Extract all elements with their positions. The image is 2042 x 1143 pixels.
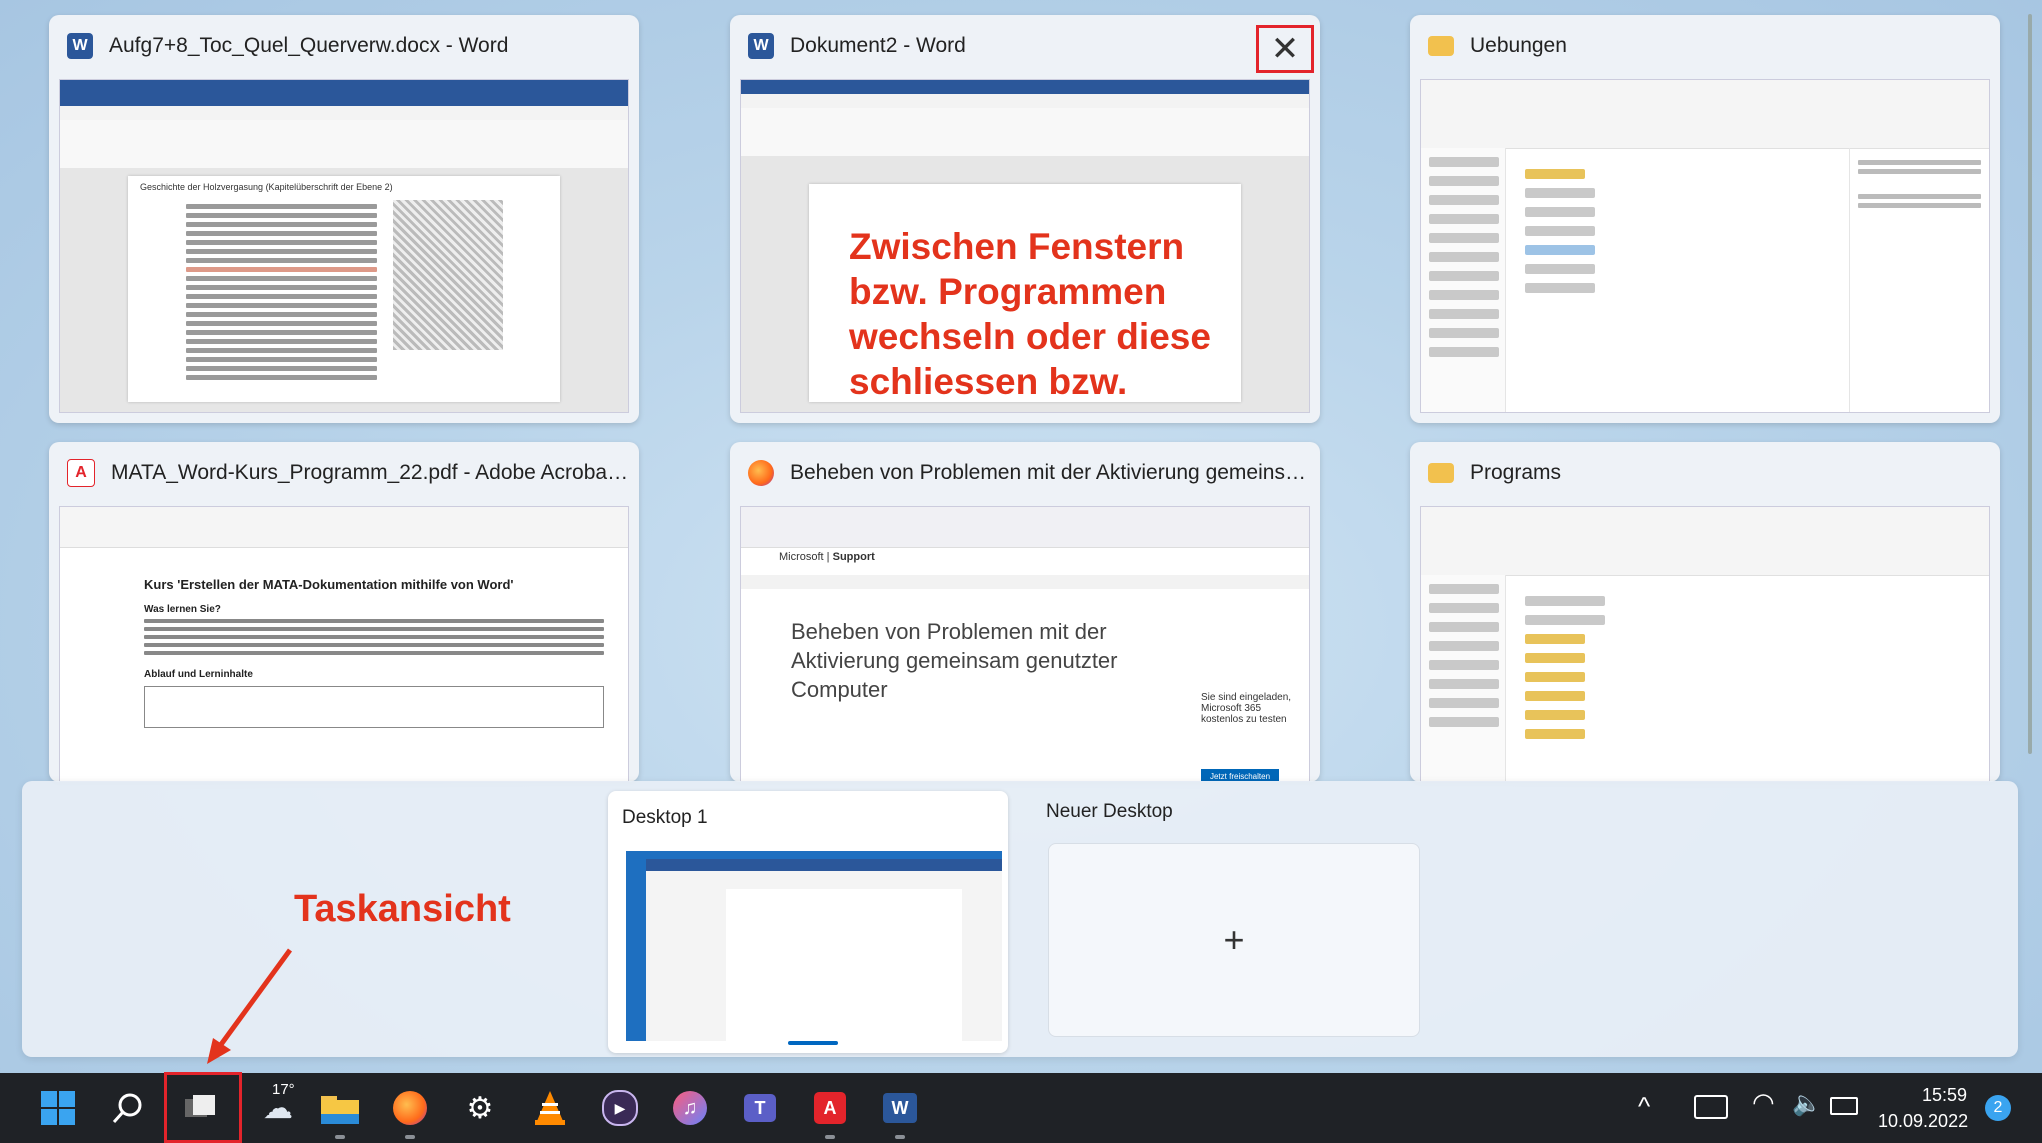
window-card-firefox[interactable]: Beheben von Problemen mit der Aktivierun… — [730, 442, 1320, 782]
taskansicht-annotation: Taskansicht — [294, 888, 511, 930]
new-desktop-label: Neuer Desktop — [1046, 801, 1173, 822]
firefox-icon — [748, 460, 774, 486]
window-title: Aufg7+8_Toc_Quel_Querverw.docx - Word — [109, 34, 509, 57]
ribbon-tools — [741, 108, 1309, 157]
volume-icon[interactable]: 🔈 — [1792, 1089, 1822, 1118]
document-image — [392, 200, 503, 350]
acrobat-reader-icon[interactable]: A — [808, 1086, 852, 1130]
running-indicator — [825, 1135, 835, 1139]
ms-nav-bar — [741, 575, 1309, 589]
window-title: Dokument2 - Word — [790, 34, 966, 57]
desktop-1-card[interactable]: Desktop 1 — [608, 791, 1008, 1053]
window-header: Beheben von Problemen mit der Aktivierun… — [730, 442, 1320, 504]
file-explorer-icon[interactable] — [318, 1086, 362, 1130]
desktop-1-label: Desktop 1 — [622, 807, 708, 828]
window-thumbnail: Zwischen Fenstern bzw. Programmen wechse… — [740, 79, 1310, 413]
browser-chrome — [741, 507, 1309, 548]
explorer-preview-pane — [1849, 148, 1989, 412]
document-page: Geschichte der Holzvergasung (Kapitelübe… — [128, 176, 560, 402]
weather-temperature: 17° — [272, 1081, 295, 1098]
window-thumbnail — [1420, 506, 1990, 782]
annotation-arrow — [207, 948, 293, 1064]
wifi-icon[interactable]: ◠ — [1752, 1087, 1775, 1118]
current-desktop-indicator — [788, 1041, 838, 1045]
tray-overflow-chevron[interactable]: ^ — [1638, 1091, 1650, 1122]
pdf-section: Ablauf und Lerninhalte — [144, 669, 253, 680]
ribbon — [60, 80, 628, 106]
window-title: Beheben von Problemen mit der Aktivierun… — [790, 461, 1310, 484]
plus-icon: + — [1223, 919, 1245, 960]
acrobat-toolbar — [60, 507, 628, 548]
ribbon-tabs — [60, 106, 628, 121]
windows-start-icon[interactable] — [36, 1086, 80, 1130]
new-desktop-button[interactable]: + — [1048, 843, 1420, 1037]
ms-header: Microsoft | Support — [779, 551, 875, 563]
window-thumbnail: Microsoft | Support Beheben von Probleme… — [740, 506, 1310, 782]
notification-badge[interactable]: 2 — [1985, 1095, 2011, 1121]
window-list-scrollbar[interactable] — [2024, 14, 2036, 774]
window-title: Programs — [1470, 461, 1562, 484]
window-card-word-dokument2[interactable]: W Dokument2 - Word ✕ Zwischen Fenstern b… — [730, 15, 1320, 423]
task-view-highlight — [164, 1072, 242, 1143]
window-card-programs[interactable]: Programs — [1410, 442, 2000, 782]
document-heading: Geschichte der Holzvergasung (Kapitelübe… — [140, 182, 393, 192]
document-page: Zwischen Fenstern bzw. Programmen wechse… — [809, 184, 1241, 412]
window-title: MATA_Word-Kurs_Programm_22.pdf - Adobe A… — [111, 461, 631, 484]
explorer-file-list — [1517, 160, 1817, 293]
keyboard-icon[interactable] — [1694, 1095, 1728, 1119]
ribbon-tools — [60, 120, 628, 169]
running-indicator — [405, 1135, 415, 1139]
settings-icon[interactable]: ⚙ — [458, 1086, 502, 1130]
promo-text: Sie sind eingeladen, Microsoft 365 koste… — [1201, 692, 1292, 725]
running-indicator — [335, 1135, 345, 1139]
article-heading: Beheben von Problemen mit der Aktivierun… — [791, 619, 1118, 702]
desktop-1-preview — [626, 851, 1002, 1041]
window-card-uebungen[interactable]: Uebungen — [1410, 15, 2000, 423]
window-thumbnail: Kurs 'Erstellen der MATA-Dokumentation m… — [59, 506, 629, 782]
taskbar: ☁ 17° ⚙ ▶ ♫ T A W ^ ◠ 🔈 15:59 10.09.2022… — [0, 1072, 2042, 1143]
ribbon — [741, 80, 1309, 94]
explorer-toolbar — [1421, 80, 1989, 149]
window-thumbnail: Geschichte der Holzvergasung (Kapitelübe… — [59, 79, 629, 413]
vlc-icon[interactable] — [528, 1086, 572, 1130]
window-title: Uebungen — [1470, 34, 1567, 57]
media-player-icon[interactable]: ▶ — [598, 1086, 642, 1130]
window-card-word-aufg[interactable]: W Aufg7+8_Toc_Quel_Querverw.docx - Word … — [49, 15, 639, 423]
clock-date[interactable]: 10.09.2022 — [1878, 1111, 1968, 1132]
pdf-heading: Kurs 'Erstellen der MATA-Dokumentation m… — [144, 577, 514, 592]
pdf-page: Kurs 'Erstellen der MATA-Dokumentation m… — [140, 577, 608, 781]
support-label: Support — [832, 551, 875, 563]
battery-icon[interactable] — [1830, 1097, 1858, 1115]
explorer-sidebar — [1421, 148, 1506, 412]
window-card-acrobat[interactable]: A MATA_Word-Kurs_Programm_22.pdf - Adobe… — [49, 442, 639, 782]
window-header: A MATA_Word-Kurs_Programm_22.pdf - Adobe… — [49, 442, 639, 504]
teams-icon[interactable]: T — [738, 1086, 782, 1130]
close-window-button[interactable]: ✕ — [1256, 25, 1314, 73]
search-icon[interactable] — [106, 1086, 150, 1130]
window-header: W Aufg7+8_Toc_Quel_Querverw.docx - Word — [49, 15, 639, 77]
explorer-sidebar — [1421, 575, 1506, 781]
itunes-icon[interactable]: ♫ — [668, 1086, 712, 1130]
firefox-icon[interactable] — [388, 1086, 432, 1130]
running-indicator — [895, 1135, 905, 1139]
window-header: Uebungen — [1410, 15, 2000, 77]
acrobat-icon: A — [67, 459, 95, 487]
folder-icon — [1428, 463, 1454, 483]
ms-logo-label: Microsoft — [779, 551, 824, 563]
word-icon: W — [67, 33, 93, 59]
window-thumbnail — [1420, 79, 1990, 413]
pdf-subheading: Was lernen Sie? — [144, 604, 221, 615]
word-icon: W — [748, 33, 774, 59]
clock-time[interactable]: 15:59 — [1922, 1085, 1967, 1106]
ribbon-tabs — [741, 94, 1309, 109]
explorer-file-list — [1517, 587, 1817, 739]
instruction-overlay: Zwischen Fenstern bzw. Programmen wechse… — [849, 226, 1211, 412]
folder-icon — [1428, 36, 1454, 56]
window-header: Programs — [1410, 442, 2000, 504]
explorer-toolbar — [1421, 507, 1989, 576]
word-app-icon[interactable]: W — [878, 1086, 922, 1130]
window-header: W Dokument2 - Word — [730, 15, 1320, 77]
